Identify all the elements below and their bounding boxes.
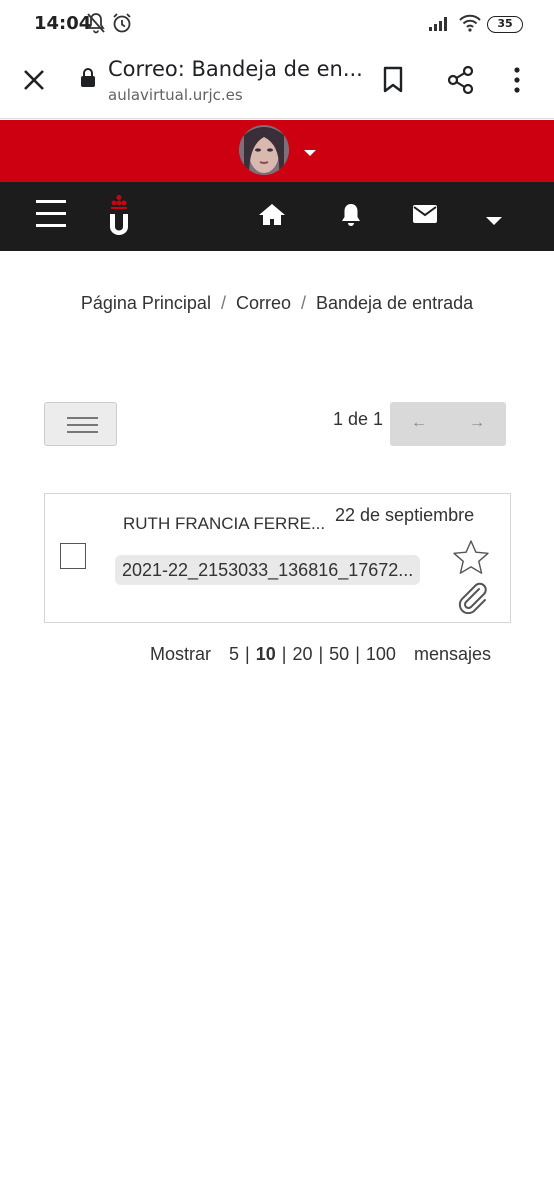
browser-toolbar: Correo: Bandeja de en... aulavirtual.urj… (0, 48, 554, 119)
user-menu-bar (0, 120, 554, 182)
next-page-button[interactable]: → (469, 414, 485, 432)
page-url[interactable]: aulavirtual.urjc.es (108, 86, 243, 104)
bell-muted-icon (86, 12, 106, 39)
message-row[interactable]: RUTH FRANCIA FERRE... 22 de septiembre 2… (44, 493, 511, 623)
caret-down-icon[interactable] (485, 213, 503, 231)
caret-down-icon[interactable] (303, 144, 317, 162)
status-time: 14:04 (34, 13, 92, 34)
breadcrumb-home[interactable]: Página Principal (81, 293, 211, 313)
breadcrumb: Página Principal / Correo / Bandeja de entra… (0, 293, 554, 314)
avatar[interactable] (239, 125, 289, 175)
message-checkbox[interactable] (60, 543, 86, 569)
alarm-icon (111, 12, 133, 39)
per-page-option[interactable]: 5 (229, 644, 239, 664)
page-title: Correo: Bandeja de en... (108, 57, 363, 81)
wifi-icon (458, 13, 482, 38)
message-date: 22 de septiembre (335, 505, 475, 525)
per-page-option[interactable]: 20 (292, 644, 312, 664)
actions-menu-button[interactable] (44, 402, 117, 446)
share-icon[interactable] (446, 65, 476, 100)
paging-label: 1 de 1 (333, 409, 384, 429)
per-page-suffix: mensajes (413, 644, 491, 664)
bookmark-icon[interactable] (381, 66, 405, 99)
breadcrumb-inbox[interactable]: Bandeja de entrada (316, 293, 473, 313)
star-icon[interactable] (451, 538, 491, 583)
menu-icon[interactable] (36, 200, 66, 228)
more-vert-icon[interactable] (512, 66, 522, 99)
battery-icon: 35 (487, 16, 523, 33)
paperclip-icon (455, 580, 489, 619)
envelope-icon[interactable] (412, 204, 438, 229)
close-icon[interactable] (20, 66, 48, 94)
main-navbar (0, 182, 554, 251)
per-page-option[interactable]: 50 (329, 644, 349, 664)
per-page-prefix: Mostrar (150, 644, 212, 664)
per-page-selector: Mostrar 5 | 10 | 20 | 50 | 100 mensajes (150, 644, 491, 664)
per-page-option[interactable]: 100 (366, 644, 396, 664)
breadcrumb-separator: / (220, 293, 226, 313)
bell-icon[interactable] (339, 202, 363, 233)
lock-icon (80, 67, 96, 94)
per-page-option-selected[interactable]: 10 (256, 644, 276, 664)
home-icon[interactable] (258, 202, 286, 231)
signal-icon (428, 14, 450, 37)
breadcrumb-mail[interactable]: Correo (236, 293, 291, 313)
status-bar: 14:04 35 (0, 0, 554, 48)
message-subject[interactable]: 2021-22_2153033_136816_17672... (115, 555, 421, 585)
urjc-logo[interactable] (106, 194, 134, 240)
prev-page-button[interactable]: ← (411, 414, 427, 432)
message-sender[interactable]: RUTH FRANCIA FERRE... (123, 514, 325, 534)
pager: ← → (390, 402, 506, 446)
breadcrumb-separator: / (300, 293, 306, 313)
